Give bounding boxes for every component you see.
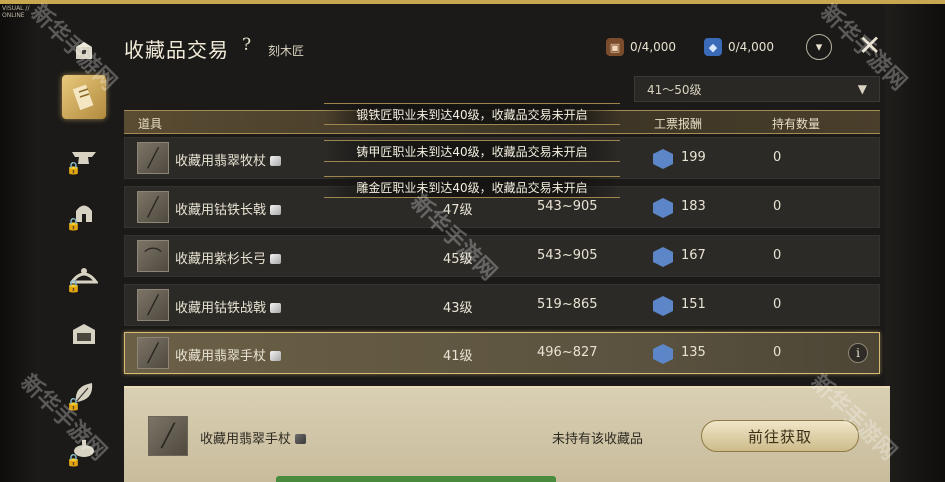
item-level: 43级 — [443, 301, 473, 316]
item-name: 收藏用钴铁战戟 — [175, 297, 282, 316]
collectable-icon — [270, 303, 282, 313]
currency-brown: ▣ 0/4,000 — [606, 38, 676, 56]
selected-item-status: 未持有该收藏品 — [552, 432, 644, 447]
halberd-icon: ╱ — [137, 191, 169, 223]
lock-icon: 🔒 — [66, 161, 81, 175]
selected-item-name: 收藏用翡翠手杖 — [200, 428, 307, 447]
box-icon[interactable] — [64, 31, 104, 71]
table-row[interactable]: ╱ 收藏用钴铁战戟 43级 519~865 151 0 — [124, 284, 880, 326]
selected-item-name-text: 收藏用翡翠手杖 — [200, 432, 292, 447]
close-icon[interactable]: ✕ — [858, 32, 881, 60]
currency-blue-value: 0/4,000 — [728, 40, 775, 54]
item-range: 543~905 — [537, 199, 598, 214]
item-range: 519~865 — [537, 297, 598, 312]
right-frame — [885, 4, 945, 482]
collectable-icon — [295, 434, 307, 444]
currency-blue: ◆ 0/4,000 — [704, 38, 774, 56]
currency-brown-value: 0/4,000 — [630, 40, 677, 54]
page-title: 收藏品交易 — [124, 38, 229, 62]
item-reward: 183 — [681, 199, 706, 214]
item-reward: 199 — [681, 150, 706, 165]
item-held: 0 — [773, 248, 782, 263]
brown-scrip-icon: ▣ — [606, 38, 624, 56]
item-held: 0 — [773, 297, 782, 312]
collectable-icon — [270, 254, 282, 264]
col-reward: 工票报酬 — [654, 117, 703, 131]
scrip-icon — [653, 344, 673, 364]
cane-icon: ╱ — [137, 337, 169, 369]
lock-icon: 🔒 — [66, 279, 81, 293]
helmet-icon[interactable]: 🔒 — [64, 193, 104, 233]
item-name-text: 收藏用钴铁战戟 — [175, 301, 267, 316]
corner-label-line-2: ONLINE — [2, 12, 25, 19]
item-name: 收藏用翡翠牧杖 — [175, 150, 282, 169]
item-range: 496~827 — [537, 345, 598, 360]
scrip-icon — [653, 296, 673, 316]
bow-icon: ⌒ — [137, 240, 169, 272]
item-name-text: 收藏用紫杉长弓 — [175, 252, 267, 267]
item-reward: 151 — [681, 297, 706, 312]
anvil-icon[interactable]: 🔒 — [64, 137, 104, 177]
col-held: 持有数量 — [772, 117, 821, 131]
chevron-down-icon: ▼ — [857, 82, 867, 96]
item-level: 41级 — [443, 349, 473, 364]
toast-notice: 锻铁匠职业未到达40级，收藏品交易未开启 — [324, 103, 620, 125]
left-frame — [0, 4, 40, 482]
toast-notice: 雕金匠职业未到达40级，收藏品交易未开启 — [324, 176, 620, 198]
item-level: 45级 — [443, 252, 473, 267]
staff-icon: ╱ — [137, 142, 169, 174]
collectable-icon — [270, 351, 282, 361]
item-name: 收藏用紫杉长弓 — [175, 248, 282, 267]
tapestry-icon[interactable] — [64, 315, 104, 355]
lock-icon: 🔒 — [66, 397, 81, 411]
scrip-icon — [653, 198, 673, 218]
toast-notice: 铸甲匠职业未到达40级，收藏品交易未开启 — [324, 140, 620, 162]
item-held: 0 — [773, 199, 782, 214]
item-name-text: 收藏用翡翠牧杖 — [175, 154, 267, 169]
leaf-icon[interactable]: 🔒 — [64, 373, 104, 413]
selected-item-panel: ╱ 收藏用翡翠手杖 未持有该收藏品 前往获取 — [124, 386, 890, 482]
scrip-icon — [653, 247, 673, 267]
top-gold-strip — [0, 0, 945, 4]
scrip-icon — [653, 149, 673, 169]
tiara-icon[interactable]: 🔒 — [64, 255, 104, 295]
help-icon[interactable]: ? — [242, 35, 251, 55]
info-icon[interactable]: i — [848, 343, 868, 363]
collectable-icon — [270, 205, 282, 215]
cooking-icon[interactable]: 🔒 — [64, 429, 104, 469]
go-obtain-button[interactable]: 前往获取 — [701, 420, 859, 452]
item-name-text: 收藏用翡翠手杖 — [175, 349, 267, 364]
table-row[interactable]: ⌒ 收藏用紫杉长弓 45级 543~905 167 0 — [124, 235, 880, 277]
sidebar: 🔒 🔒 🔒 🔒 🔒 — [40, 25, 130, 482]
scroll-icon[interactable] — [62, 75, 106, 119]
table-row-selected[interactable]: ╱ 收藏用翡翠手杖 41级 496~827 135 0 i — [124, 332, 880, 374]
collectable-icon — [270, 156, 282, 166]
blue-scrip-icon: ◆ — [704, 38, 722, 56]
progress-bar — [276, 476, 556, 482]
item-reward: 167 — [681, 248, 706, 263]
item-held: 0 — [773, 150, 782, 165]
item-range: 543~905 — [537, 248, 598, 263]
corner-label-line-1: VISUAL // — [2, 5, 30, 12]
col-item: 道具 — [138, 117, 163, 131]
item-reward: 135 — [681, 345, 706, 360]
item-held: 0 — [773, 345, 782, 360]
item-name-text: 收藏用钴铁长戟 — [175, 203, 267, 218]
item-name: 收藏用翡翠手杖 — [175, 345, 282, 364]
level-filter-value: 41～50级 — [647, 82, 702, 97]
job-subtitle: 刻木匠 — [268, 44, 305, 58]
polearm-icon: ╱ — [137, 289, 169, 321]
level-filter-select[interactable]: 41～50级 ▼ — [634, 76, 880, 102]
item-level: 47级 — [443, 203, 473, 218]
cane-icon: ╱ — [148, 416, 188, 456]
corner-label: VISUAL // ONLINE — [2, 5, 29, 19]
item-name: 收藏用钴铁长戟 — [175, 199, 282, 218]
lock-icon: 🔒 — [66, 217, 81, 231]
lock-icon: 🔒 — [66, 453, 81, 467]
bag-icon[interactable]: ▾ — [806, 34, 832, 60]
